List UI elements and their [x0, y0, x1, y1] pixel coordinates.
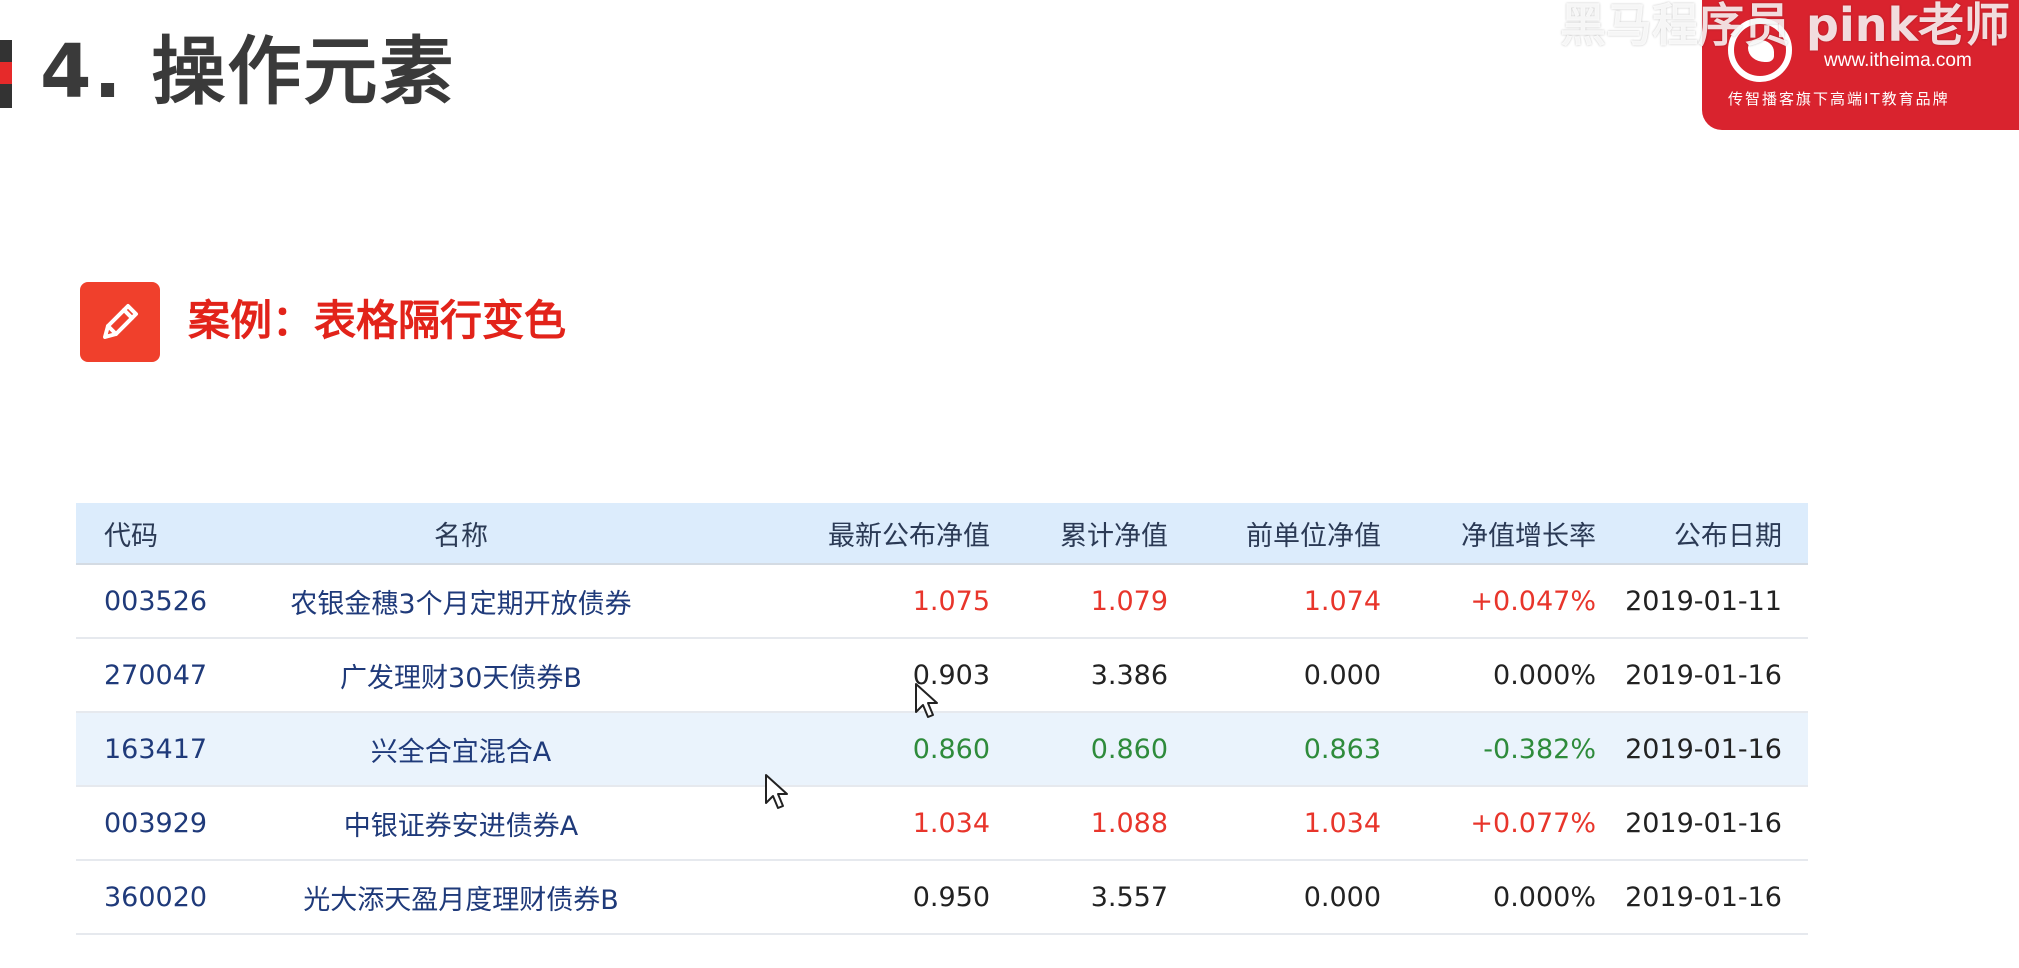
- logo-slogan: 传智播客旗下高端IT教育品牌: [1728, 90, 1950, 108]
- fund-code: 003526: [76, 564, 261, 639]
- cumulative-nav: 3.386: [1016, 638, 1194, 713]
- cumulative-nav: 1.088: [1016, 786, 1194, 861]
- table-row: 003929 中银证券安进债券A 1.034 1.088 1.034 +0.07…: [76, 786, 1808, 861]
- publish-date: 2019-01-16: [1622, 712, 1808, 787]
- section-marker: [0, 40, 12, 108]
- mouse-cursor-icon: [915, 683, 938, 718]
- cumulative-nav: 1.079: [1016, 564, 1194, 639]
- table-row: 270047 广发理财30天债券B 0.903 3.386 0.000 0.00…: [76, 638, 1808, 713]
- previous-nav: 1.034: [1194, 786, 1407, 861]
- previous-nav: 0.000: [1194, 638, 1407, 713]
- growth-rate: +0.077%: [1407, 786, 1622, 861]
- pencil-icon: [80, 282, 160, 362]
- fund-name: 广发理财30天债券B: [261, 638, 661, 713]
- cumulative-nav: 3.557: [1016, 860, 1194, 935]
- column-header-cumulative: 累计净值: [1016, 503, 1194, 565]
- publish-date: 2019-01-16: [1622, 786, 1808, 861]
- latest-nav: 1.034: [661, 786, 1016, 861]
- latest-nav: 0.950: [661, 860, 1016, 935]
- column-header-code: 代码: [76, 503, 261, 565]
- table-row: 163417 兴全合宜混合A 0.860 0.860 0.863 -0.382%…: [76, 712, 1808, 787]
- fund-table: 代码 名称 最新公布净值 累计净值 前单位净值 净值增长率 公布日期 00352…: [76, 503, 1808, 935]
- latest-nav: 0.903: [661, 638, 1016, 713]
- publish-date: 2019-01-16: [1622, 638, 1808, 713]
- mouse-cursor-icon: [765, 774, 788, 809]
- fund-name: 农银金穗3个月定期开放债券: [261, 564, 661, 639]
- previous-nav: 0.000: [1194, 860, 1407, 935]
- publish-date: 2019-01-16: [1622, 860, 1808, 935]
- column-header-latest: 最新公布净值: [661, 503, 1016, 565]
- publish-date: 2019-01-11: [1622, 564, 1808, 639]
- column-header-previous: 前单位净值: [1194, 503, 1407, 565]
- latest-nav: 1.075: [661, 564, 1016, 639]
- fund-name: 兴全合宜混合A: [261, 712, 661, 787]
- growth-rate: +0.047%: [1407, 564, 1622, 639]
- growth-rate: 0.000%: [1407, 638, 1622, 713]
- latest-nav: 0.860: [661, 712, 1016, 787]
- column-header-name: 名称: [261, 503, 661, 565]
- page-title: 4. 操作元素: [40, 29, 456, 115]
- table-header-row: 代码 名称 最新公布净值 累计净值 前单位净值 净值增长率 公布日期: [76, 503, 1808, 565]
- video-watermark: 黑马程序员 pink老师: [1560, 0, 2011, 52]
- growth-rate: -0.382%: [1407, 712, 1622, 787]
- fund-code: 003929: [76, 786, 261, 861]
- growth-rate: 0.000%: [1407, 860, 1622, 935]
- cumulative-nav: 0.860: [1016, 712, 1194, 787]
- logo-url: www.itheima.com: [1824, 50, 1972, 71]
- table-row: 003526 农银金穗3个月定期开放债券 1.075 1.079 1.074 +…: [76, 564, 1808, 639]
- fund-name: 光大添天盈月度理财债券B: [261, 860, 661, 935]
- fund-code: 270047: [76, 638, 261, 713]
- previous-nav: 1.074: [1194, 564, 1407, 639]
- column-header-growth: 净值增长率: [1407, 503, 1622, 565]
- previous-nav: 0.863: [1194, 712, 1407, 787]
- fund-code: 360020: [76, 860, 261, 935]
- case-title: 案例：表格隔行变色: [188, 296, 567, 345]
- column-header-date: 公布日期: [1622, 503, 1808, 565]
- table-row: 360020 光大添天盈月度理财债券B 0.950 3.557 0.000 0.…: [76, 860, 1808, 935]
- fund-name: 中银证券安进债券A: [261, 786, 661, 861]
- fund-code: 163417: [76, 712, 261, 787]
